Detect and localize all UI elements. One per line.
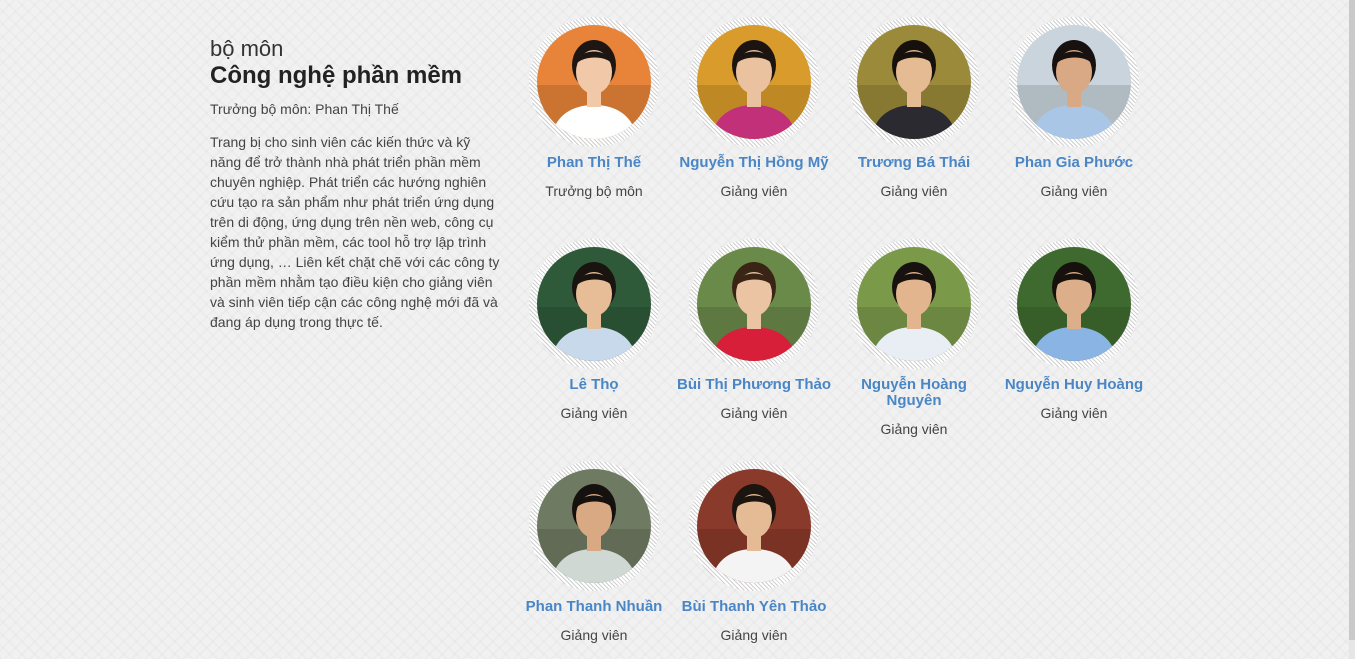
staff-name-link[interactable]: Nguyễn Huy Hoàng <box>994 377 1154 393</box>
staff-photo-frame[interactable] <box>689 17 819 147</box>
staff-card[interactable]: Phan Thị Thế Trưởng bộ môn <box>514 17 674 199</box>
staff-photo[interactable] <box>697 247 811 361</box>
staff-photo[interactable] <box>537 25 651 139</box>
staff-photo-frame[interactable] <box>1009 17 1139 147</box>
staff-name-link[interactable]: Bùi Thị Phương Thảo <box>674 377 834 393</box>
staff-role: Giảng viên <box>1040 405 1108 421</box>
staff-name-link[interactable]: Lê Thọ <box>514 377 674 393</box>
staff-role: Giảng viên <box>720 627 788 643</box>
staff-card[interactable]: Trương Bá Thái Giảng viên <box>834 17 994 199</box>
staff-photo[interactable] <box>537 469 651 583</box>
staff-role: Giảng viên <box>720 405 788 421</box>
staff-photo[interactable] <box>697 469 811 583</box>
scrollbar-thumb[interactable] <box>1349 0 1355 640</box>
staff-photo[interactable] <box>537 247 651 361</box>
staff-role: Giảng viên <box>880 421 948 437</box>
staff-photo-frame[interactable] <box>529 17 659 147</box>
staff-role: Giảng viên <box>560 627 628 643</box>
staff-photo-frame[interactable] <box>529 239 659 369</box>
department-description: Trang bị cho sinh viên các kiến thức và … <box>210 134 500 330</box>
staff-photo-frame[interactable] <box>1009 239 1139 369</box>
staff-card[interactable]: Bùi Thị Phương Thảo Giảng viên <box>674 239 834 421</box>
staff-card[interactable]: Nguyễn Thị Hồng Mỹ Giảng viên <box>674 17 834 199</box>
department-title: Công nghệ phần mềm <box>210 62 462 89</box>
staff-name-link[interactable]: Phan Thị Thế <box>514 155 674 171</box>
staff-photo[interactable] <box>697 25 811 139</box>
department-intro: bộ môn Công nghệ phần mềm Trưởng bộ môn:… <box>210 36 502 332</box>
staff-name-link[interactable]: Nguyễn Hoàng Nguyên <box>834 377 994 409</box>
staff-name-link[interactable]: Bùi Thanh Yên Thảo <box>674 599 834 615</box>
staff-role: Trưởng bộ môn <box>545 183 643 199</box>
department-kicker: bộ môn <box>210 36 284 61</box>
staff-photo[interactable] <box>1017 247 1131 361</box>
staff-photo[interactable] <box>857 247 971 361</box>
staff-card[interactable]: Phan Gia Phước Giảng viên <box>994 17 1154 199</box>
staff-role: Giảng viên <box>720 183 788 199</box>
staff-card[interactable]: Phan Thanh Nhuần Giảng viên <box>514 461 674 643</box>
staff-role: Giảng viên <box>1040 183 1108 199</box>
staff-photo[interactable] <box>1017 25 1131 139</box>
department-head-line: Trưởng bộ môn: Phan Thị Thế <box>210 101 399 117</box>
staff-photo-frame[interactable] <box>849 17 979 147</box>
staff-photo[interactable] <box>857 25 971 139</box>
staff-photo-frame[interactable] <box>689 461 819 591</box>
staff-name-link[interactable]: Phan Gia Phước <box>994 155 1154 171</box>
staff-name-link[interactable]: Nguyễn Thị Hồng Mỹ <box>674 155 834 171</box>
staff-card[interactable]: Nguyễn Huy Hoàng Giảng viên <box>994 239 1154 421</box>
vertical-scrollbar[interactable] <box>1349 0 1355 659</box>
staff-card[interactable]: Bùi Thanh Yên Thảo Giảng viên <box>674 461 834 643</box>
staff-name-link[interactable]: Phan Thanh Nhuần <box>514 599 674 615</box>
staff-role: Giảng viên <box>880 183 948 199</box>
staff-photo-frame[interactable] <box>849 239 979 369</box>
staff-role: Giảng viên <box>560 405 628 421</box>
staff-card[interactable]: Nguyễn Hoàng Nguyên Giảng viên <box>834 239 994 437</box>
staff-photo-frame[interactable] <box>689 239 819 369</box>
staff-card[interactable]: Lê Thọ Giảng viên <box>514 239 674 421</box>
staff-name-link[interactable]: Trương Bá Thái <box>834 155 994 171</box>
staff-photo-frame[interactable] <box>529 461 659 591</box>
